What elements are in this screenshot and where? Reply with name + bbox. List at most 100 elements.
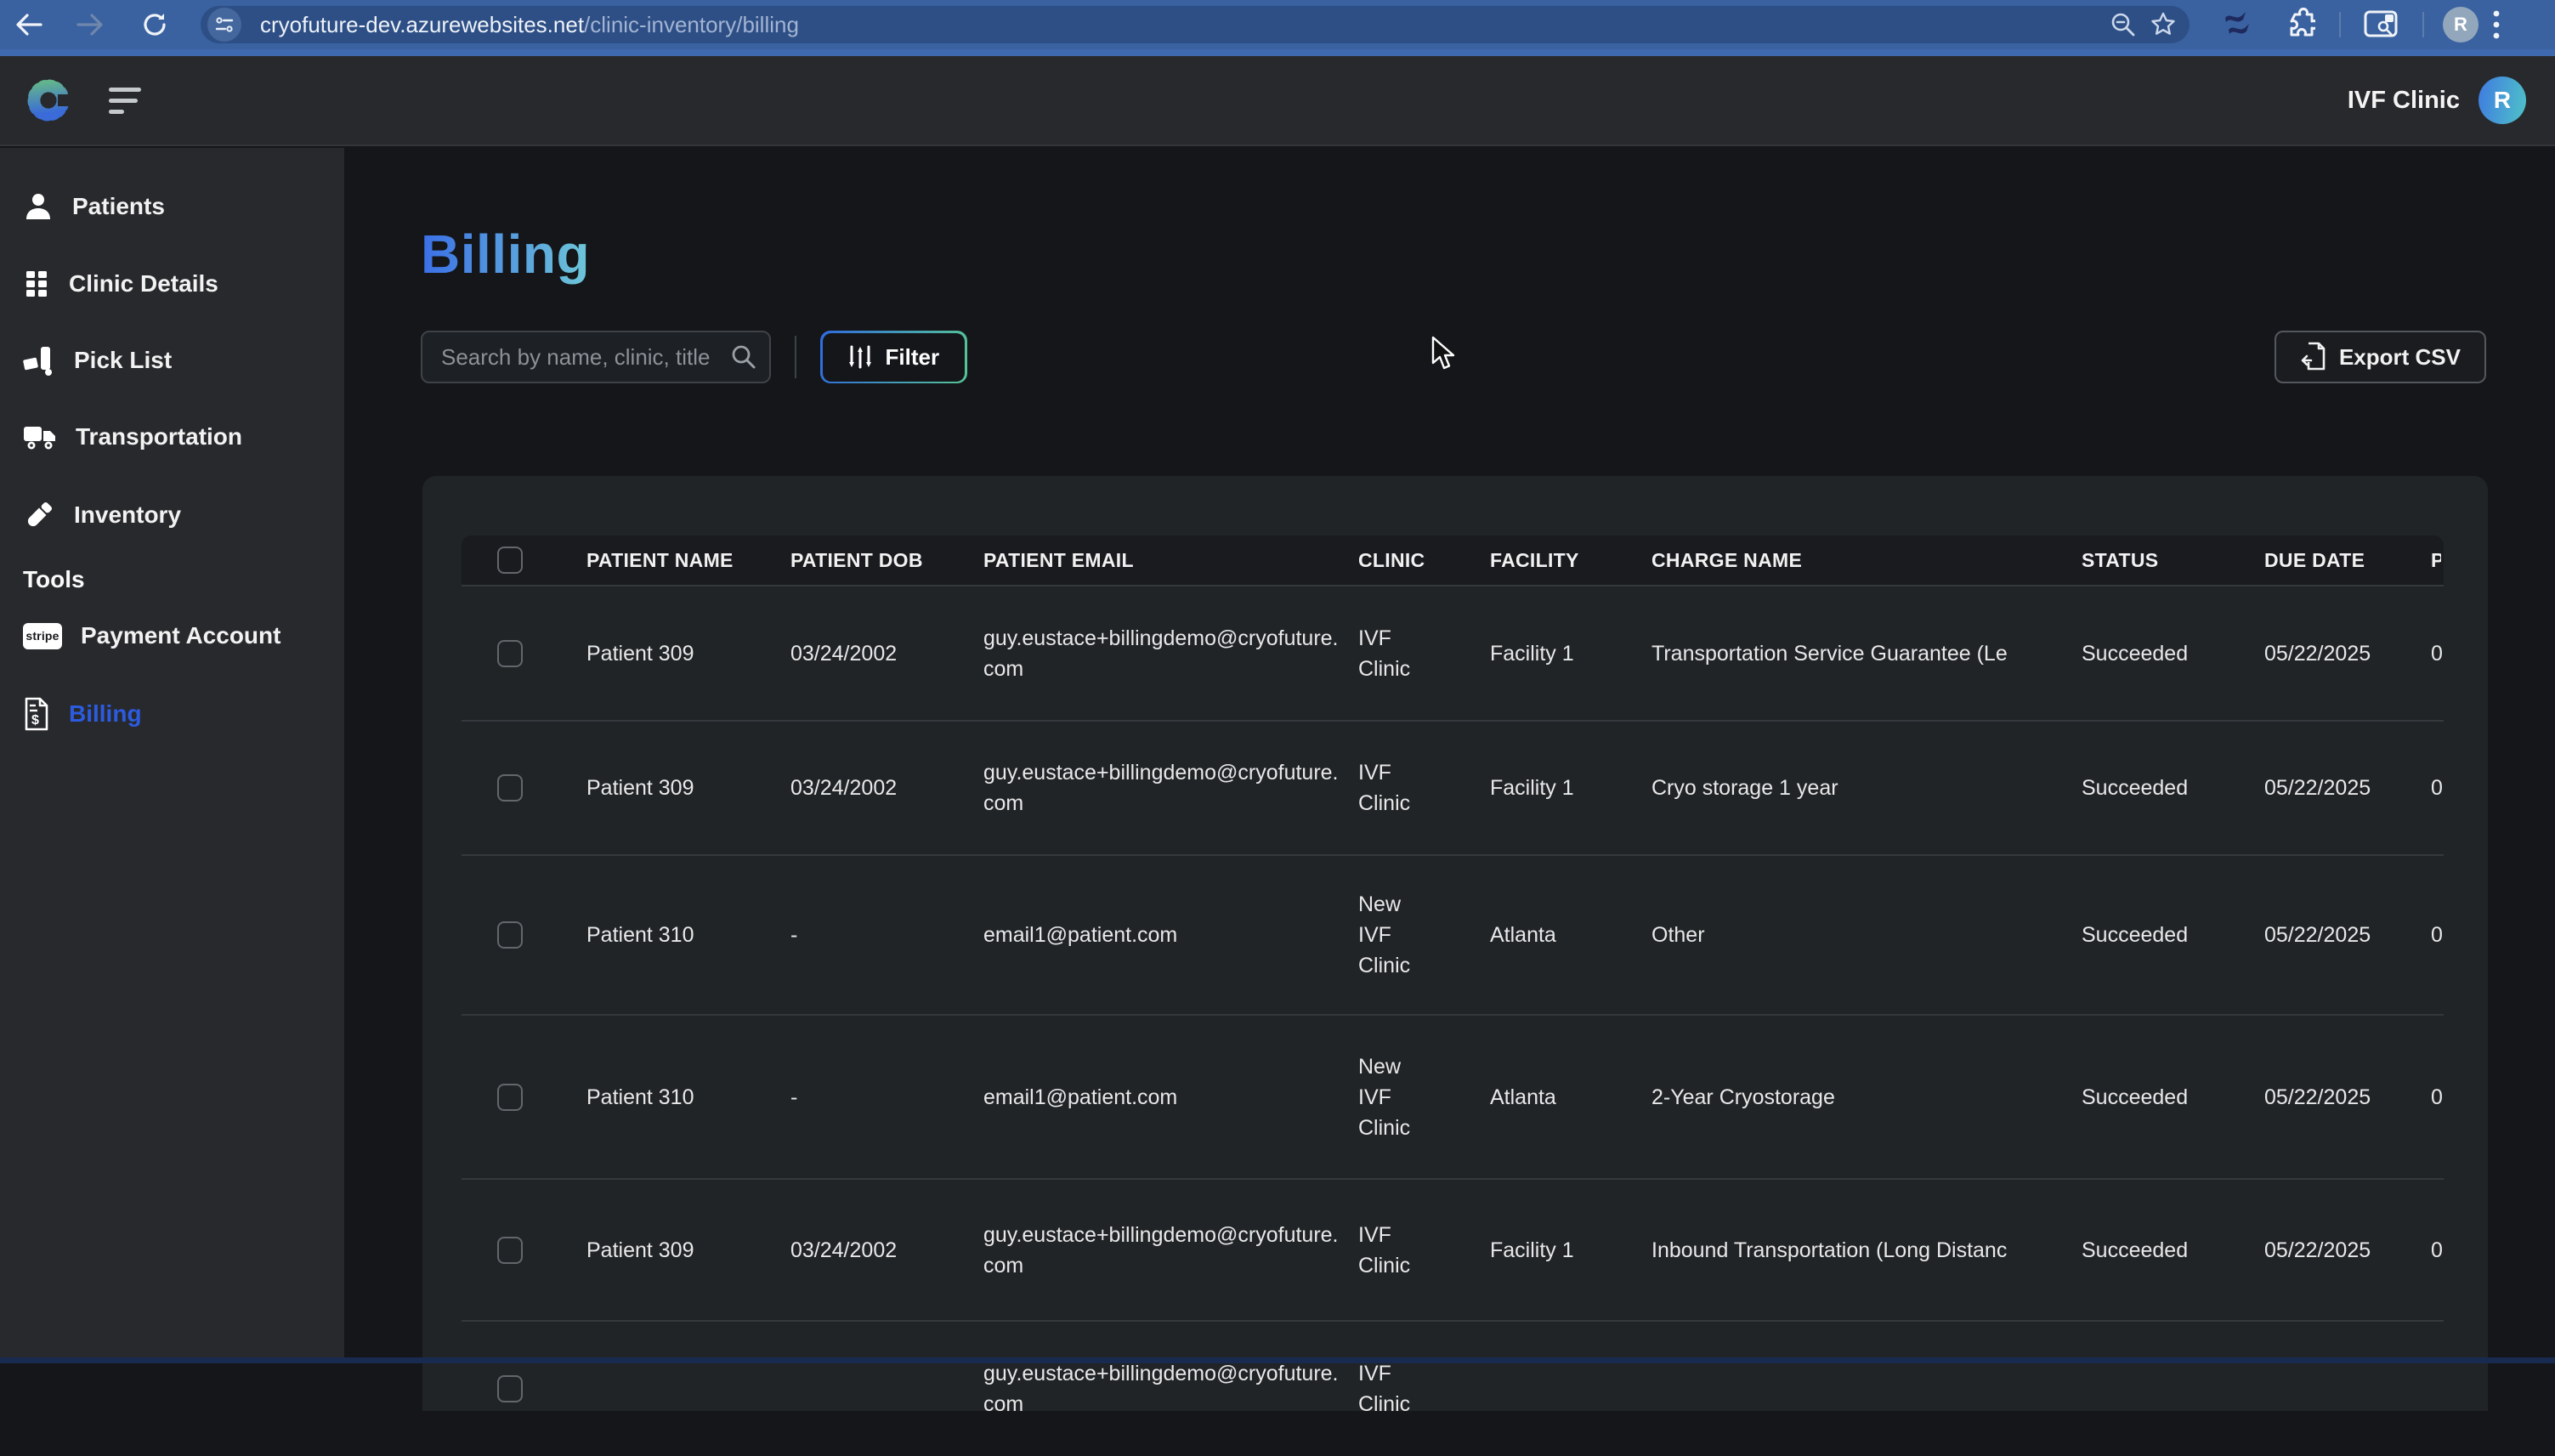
table-header-row: PATIENT NAME PATIENT DOB PATIENT EMAIL C…	[462, 535, 2444, 585]
cell-patient-name: Patient 310	[586, 920, 790, 950]
cell-due-date: 05/22/2025	[2264, 1235, 2431, 1266]
row-checkbox[interactable]	[497, 1237, 523, 1264]
cell-due-date: 05/22/2025	[2264, 773, 2431, 803]
cell-status: Succeeded	[2082, 773, 2264, 803]
menu-toggle-icon[interactable]	[109, 88, 146, 114]
clinic-name: IVF Clinic	[2348, 87, 2460, 115]
col-facility: FACILITY	[1490, 549, 1651, 572]
cell-facility: Facility 1	[1490, 773, 1651, 803]
truck-icon	[23, 422, 57, 451]
bookmark-star-icon[interactable]	[2149, 10, 2178, 39]
cell-patient-dob: 03/24/2002	[790, 638, 983, 669]
sidebar-item-label: Billing	[69, 700, 142, 728]
row-checkbox[interactable]	[497, 640, 523, 667]
url-path: /clinic-inventory/billing	[584, 12, 799, 37]
col-patient-dob: PATIENT DOB	[790, 549, 983, 572]
sidebar-item-payment-account[interactable]: stripe Payment Account	[0, 610, 344, 661]
filter-button[interactable]: Filter	[820, 331, 967, 383]
search-panel-icon[interactable]	[2363, 9, 2400, 40]
sidebar-item-label: Payment Account	[81, 622, 280, 649]
search-icon	[730, 343, 757, 371]
page-title: Billing	[421, 223, 590, 286]
forward-icon[interactable]	[71, 6, 109, 43]
cell-patient-name: Patient 309	[586, 1235, 790, 1266]
cell-patient-name: Patient 309	[586, 773, 790, 803]
controls-divider	[795, 336, 796, 378]
svg-text:$: $	[31, 713, 39, 728]
sidebar-item-label: Inventory	[74, 501, 181, 529]
person-icon	[23, 191, 54, 222]
cell-patient-name: Patient 310	[586, 1082, 790, 1113]
billing-table: PATIENT NAME PATIENT DOB PATIENT EMAIL C…	[462, 535, 2444, 1456]
cell-status: Succeeded	[2082, 1082, 2264, 1113]
cell-clinic: New IVF Clinic	[1358, 1051, 1490, 1143]
export-csv-button[interactable]: Export CSV	[2275, 331, 2486, 383]
cell-clinic: New IVF Clinic	[1358, 889, 1490, 981]
sidebar-section-tools: Tools	[23, 566, 85, 593]
table-row[interactable]: guy.eustace+billingdemo@cryofuture.com I…	[462, 1320, 2444, 1456]
extensions-puzzle-icon[interactable]	[2281, 8, 2315, 42]
cell-truncated: 0	[2431, 773, 2444, 803]
cell-clinic: IVF Clinic	[1358, 1358, 1490, 1419]
user-avatar[interactable]: R	[2479, 76, 2526, 124]
cell-facility: Atlanta	[1490, 920, 1651, 950]
select-all-checkbox[interactable]	[497, 547, 523, 574]
toolbar-divider	[2422, 12, 2424, 37]
cell-patient-dob: 03/24/2002	[790, 773, 983, 803]
app-header: IVF Clinic R	[0, 56, 2555, 146]
cell-charge-name: Inbound Transportation (Long Distanc	[1651, 1235, 2082, 1266]
sidebar-item-clinic-details[interactable]: Clinic Details	[0, 258, 344, 309]
cell-facility: Facility 1	[1490, 638, 1651, 669]
extension-flag-icon[interactable]	[2220, 9, 2254, 40]
app-logo-icon[interactable]	[24, 76, 73, 125]
cell-patient-dob: 03/24/2002	[790, 1235, 983, 1266]
sidebar-item-pick-list[interactable]: Pick List	[0, 335, 344, 386]
cell-patient-email: email1@patient.com	[983, 1082, 1358, 1113]
browser-menu-icon[interactable]	[2492, 8, 2501, 41]
table-row[interactable]: Patient 310 - email1@patient.com New IVF…	[462, 854, 2444, 1014]
export-label: Export CSV	[2339, 344, 2461, 371]
col-status: STATUS	[2082, 549, 2264, 572]
url-text[interactable]: cryofuture-dev.azurewebsites.net/clinic-…	[260, 12, 2110, 38]
main-content: Billing Filter Export CSV	[344, 148, 2555, 1363]
site-settings-icon[interactable]	[207, 8, 241, 42]
cell-due-date: 05/22/2025	[2264, 638, 2431, 669]
sidebar-item-label: Clinic Details	[69, 270, 218, 297]
cell-patient-email: guy.eustace+billingdemo@cryofuture.com	[983, 1220, 1358, 1281]
row-checkbox[interactable]	[497, 1375, 523, 1402]
toolbar-edge	[0, 49, 2555, 56]
browser-profile-avatar[interactable]: R	[2443, 7, 2479, 42]
controls-row: Filter Export CSV	[421, 330, 2486, 384]
row-checkbox[interactable]	[497, 774, 523, 802]
stripe-icon: stripe	[23, 623, 62, 649]
cell-truncated: 0	[2431, 638, 2444, 669]
row-checkbox[interactable]	[497, 921, 523, 949]
zoom-out-icon[interactable]	[2110, 11, 2137, 38]
cell-charge-name: Other	[1651, 920, 2082, 950]
url-bar[interactable]: cryofuture-dev.azurewebsites.net/clinic-…	[201, 6, 2190, 43]
sidebar-item-billing[interactable]: $ Billing	[0, 688, 344, 739]
table-row[interactable]: Patient 309 03/24/2002 guy.eustace+billi…	[462, 585, 2444, 720]
table-row[interactable]: Patient 310 - email1@patient.com New IVF…	[462, 1014, 2444, 1178]
back-icon[interactable]	[10, 6, 48, 43]
sidebar-item-label: Patients	[72, 193, 165, 220]
sidebar-item-inventory[interactable]: Inventory	[0, 490, 344, 541]
search-input[interactable]	[421, 331, 771, 383]
cell-charge-name: Transportation Service Guarantee (Le	[1651, 638, 2082, 669]
filter-label: Filter	[886, 344, 940, 371]
export-file-icon	[2300, 342, 2326, 372]
cell-truncated: 0	[2431, 1082, 2444, 1113]
cell-due-date: 05/22/2025	[2264, 1082, 2431, 1113]
cell-facility: Facility 1	[1490, 1235, 1651, 1266]
dolly-icon	[23, 345, 55, 376]
cell-due-date: 05/22/2025	[2264, 920, 2431, 950]
table-row[interactable]: Patient 309 03/24/2002 guy.eustace+billi…	[462, 1178, 2444, 1320]
col-charge-name: CHARGE NAME	[1651, 549, 2082, 572]
reload-icon[interactable]	[136, 6, 173, 43]
row-checkbox[interactable]	[497, 1084, 523, 1111]
sidebar-item-patients[interactable]: Patients	[0, 181, 344, 232]
cell-patient-email: guy.eustace+billingdemo@cryofuture.com	[983, 623, 1358, 684]
table-row[interactable]: Patient 309 03/24/2002 guy.eustace+billi…	[462, 720, 2444, 854]
col-patient-email: PATIENT EMAIL	[983, 549, 1358, 572]
sidebar-item-transportation[interactable]: Transportation	[0, 411, 344, 462]
